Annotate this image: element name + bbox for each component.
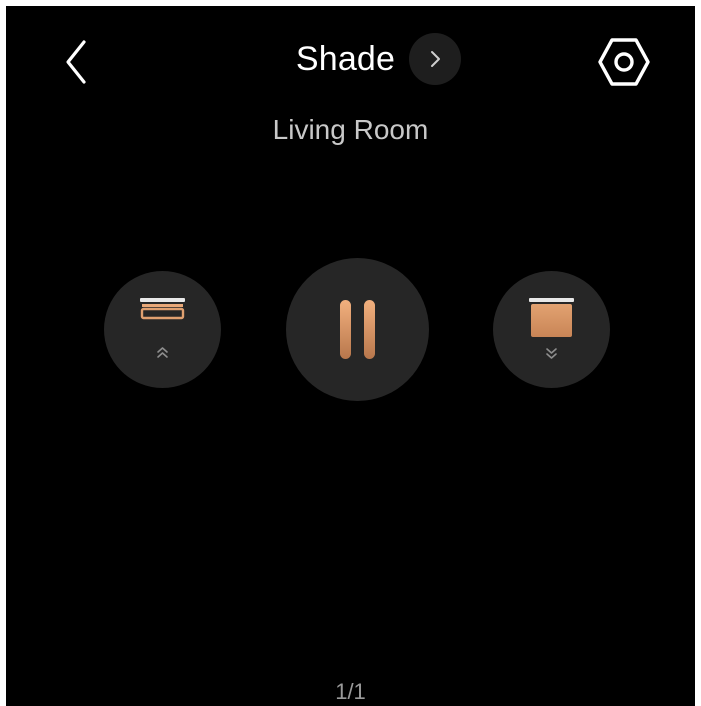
- shade-close-icon: [529, 298, 574, 359]
- chevron-right-icon: [431, 51, 441, 67]
- hexagon-settings-icon: [598, 38, 650, 86]
- pause-icon: [340, 300, 375, 359]
- back-button[interactable]: [56, 34, 96, 90]
- close-shade-button[interactable]: [493, 271, 610, 388]
- page-indicator: 1/1: [335, 679, 366, 704]
- chevron-left-icon: [66, 40, 86, 84]
- pause-button[interactable]: [286, 258, 429, 401]
- header: Shade: [6, 32, 695, 86]
- device-switch-button[interactable]: [409, 33, 462, 85]
- shade-open-icon: [140, 298, 185, 358]
- page-title: Shade: [295, 39, 396, 78]
- shade-control-screen: Shade Living Room 1/1: [6, 6, 695, 706]
- open-shade-button[interactable]: [104, 271, 221, 388]
- room-name: Living Room: [272, 114, 429, 145]
- settings-button[interactable]: [596, 34, 652, 90]
